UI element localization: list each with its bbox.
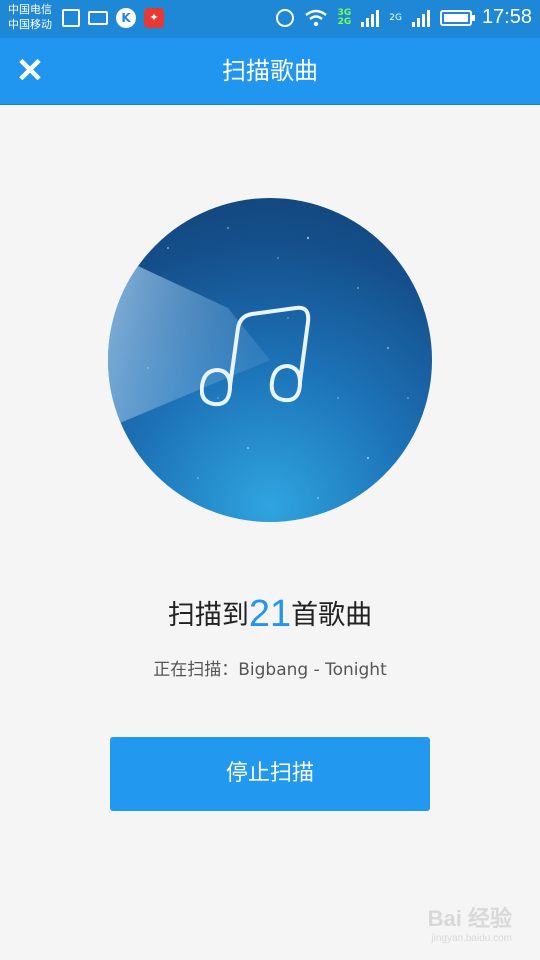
watermark: Bai 经验 jingyan.baidu.com xyxy=(428,901,512,944)
close-icon: ✕ xyxy=(15,52,45,90)
result-suffix: 首歌曲 xyxy=(291,600,373,631)
carrier-names: 中国电信 中国移动 xyxy=(8,2,52,32)
signal-2-icon xyxy=(411,9,430,27)
status-bar: 中国电信 中国移动 K ✦ 3G 2G 2G 17:58 xyxy=(0,0,540,38)
app-notification-icon: ✦ xyxy=(144,8,164,28)
network-type: 3G 2G xyxy=(337,8,352,27)
notification-icons: K ✦ xyxy=(62,8,164,28)
alarm-icon xyxy=(275,8,294,27)
watermark-brand: Bai 经验 xyxy=(427,906,512,931)
result-prefix: 扫描到 xyxy=(167,600,249,631)
net-2g-label: 2G xyxy=(337,16,352,27)
scanning-label: 正在扫描： xyxy=(153,660,239,680)
music-note-icon xyxy=(200,305,311,407)
net-2g-label-2: 2G xyxy=(389,12,402,23)
scan-disc-artwork xyxy=(108,198,432,522)
close-button[interactable]: ✕ xyxy=(12,53,48,89)
watermark-url: jingyan.baidu.com xyxy=(431,933,512,944)
page-title: 扫描歌曲 xyxy=(222,57,318,85)
gallery-notification-icon xyxy=(62,9,80,27)
battery-icon xyxy=(439,9,475,26)
scanning-status: 正在扫描：Bigbang - Tonight xyxy=(0,656,540,684)
scan-result-text: 扫描到21首歌曲 xyxy=(0,586,540,642)
carrier-2: 中国移动 xyxy=(8,18,52,31)
stop-scan-button[interactable]: 停止扫描 xyxy=(110,737,430,811)
wifi-icon xyxy=(304,9,327,26)
scanning-current-file: Bigbang - Tonight xyxy=(238,660,387,680)
clock: 17:58 xyxy=(481,6,532,28)
song-count: 21 xyxy=(248,593,292,635)
title-bar: 扫描歌曲 ✕ xyxy=(0,38,540,105)
k-app-icon: K xyxy=(116,8,136,28)
status-right: 3G 2G 2G 17:58 xyxy=(275,6,532,29)
keyboard-icon xyxy=(88,11,108,25)
signal-1-icon xyxy=(361,9,380,27)
carrier-1: 中国电信 xyxy=(8,3,52,16)
